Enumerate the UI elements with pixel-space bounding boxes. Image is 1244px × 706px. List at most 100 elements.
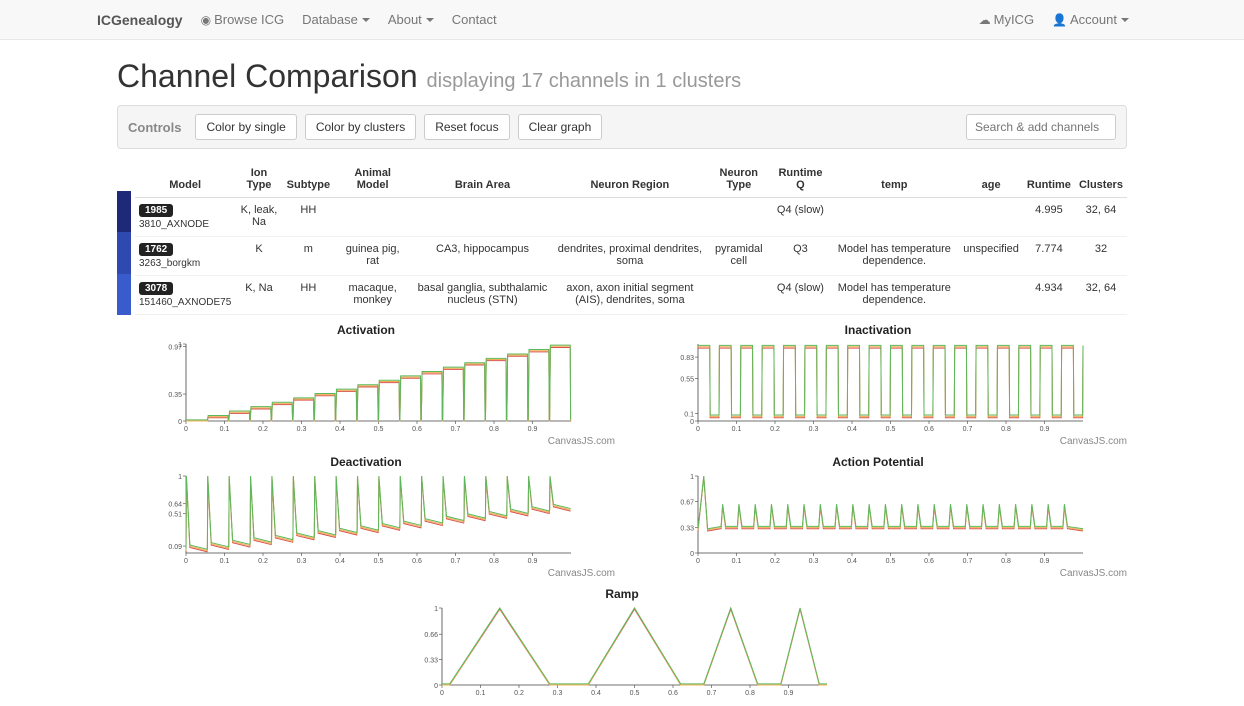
svg-text:0: 0 — [434, 683, 438, 690]
model-name: 151460_AXNODE75 — [139, 297, 231, 308]
svg-text:0.8: 0.8 — [745, 690, 755, 697]
svg-text:0.6: 0.6 — [924, 426, 934, 433]
col-ion-type: Ion Type — [235, 161, 282, 198]
svg-text:0.4: 0.4 — [335, 558, 345, 565]
chart-watermark[interactable]: CanvasJS.com — [629, 568, 1127, 579]
comparison-table: ModelIon TypeSubtypeAnimal ModelBrain Ar… — [135, 161, 1127, 315]
row-color-column — [117, 161, 131, 315]
svg-text:0: 0 — [440, 690, 444, 697]
svg-text:0: 0 — [178, 419, 182, 426]
chart-action-potential[interactable]: Action Potential00.330.67100.10.20.30.40… — [629, 455, 1127, 579]
model-name: 3263_borgkm — [139, 258, 231, 269]
col-runtime-q: Runtime Q — [772, 161, 830, 198]
svg-text:0.3: 0.3 — [809, 426, 819, 433]
nav-browse[interactable]: ◉Browse ICG — [201, 12, 285, 27]
chart-title: Activation — [117, 323, 615, 337]
model-badge[interactable]: 1985 — [139, 204, 173, 217]
chevron-down-icon — [362, 18, 370, 22]
svg-text:0.83: 0.83 — [680, 355, 694, 362]
chart-watermark[interactable]: CanvasJS.com — [629, 436, 1127, 447]
page-title: Channel Comparison displaying 17 channel… — [117, 58, 1127, 95]
chart-title: Action Potential — [629, 455, 1127, 469]
col-runtime: Runtime — [1023, 161, 1075, 198]
row-color-swatch — [117, 274, 131, 315]
model-badge[interactable]: 3078 — [139, 282, 173, 295]
chart-activation[interactable]: Activation00.350.97100.10.20.30.40.50.60… — [117, 323, 615, 447]
controls-panel: Controls Color by single Color by cluste… — [117, 105, 1127, 149]
svg-text:0.09: 0.09 — [168, 544, 182, 551]
chevron-down-icon — [1121, 18, 1129, 22]
svg-text:0.4: 0.4 — [335, 426, 345, 433]
cloud-icon: ☁ — [979, 13, 991, 27]
color-single-button[interactable]: Color by single — [195, 114, 296, 140]
chart-inactivation[interactable]: Inactivation00.10.550.8300.10.20.30.40.5… — [629, 323, 1127, 447]
table-row[interactable]: 3078151460_AXNODE75K, NaHHmacaque, monke… — [135, 276, 1127, 315]
svg-text:1: 1 — [178, 474, 182, 481]
svg-text:0.51: 0.51 — [168, 512, 182, 519]
model-badge[interactable]: 1762 — [139, 243, 173, 256]
color-clusters-button[interactable]: Color by clusters — [305, 114, 416, 140]
table-body: 19853810_AXNODEK, leak, NaHHQ4 (slow)4.9… — [135, 198, 1127, 315]
svg-text:0.1: 0.1 — [220, 558, 230, 565]
nav-database[interactable]: Database — [302, 12, 370, 27]
chart-title: Deactivation — [117, 455, 615, 469]
col-neuron-type: Neuron Type — [706, 161, 772, 198]
svg-text:1: 1 — [434, 606, 438, 613]
chart-ramp[interactable]: Ramp00.330.66100.10.20.30.40.50.60.70.80… — [117, 587, 1127, 699]
reset-focus-button[interactable]: Reset focus — [424, 114, 509, 140]
svg-text:0.7: 0.7 — [451, 426, 461, 433]
page-subtitle: displaying 17 channels in 1 clusters — [427, 70, 742, 92]
svg-text:0.55: 0.55 — [680, 377, 694, 384]
nav-about[interactable]: About — [388, 12, 434, 27]
row-color-swatch — [117, 232, 131, 273]
svg-text:0.64: 0.64 — [168, 502, 182, 509]
svg-text:0: 0 — [184, 426, 188, 433]
search-input[interactable] — [966, 114, 1116, 140]
svg-text:0: 0 — [690, 551, 694, 558]
svg-text:0.1: 0.1 — [684, 411, 694, 418]
svg-text:0.9: 0.9 — [1040, 426, 1050, 433]
chart-watermark[interactable]: CanvasJS.com — [117, 436, 615, 447]
svg-text:0.2: 0.2 — [514, 690, 524, 697]
col-brain-area: Brain Area — [411, 161, 553, 198]
table-header-row: ModelIon TypeSubtypeAnimal ModelBrain Ar… — [135, 161, 1127, 198]
svg-text:0.2: 0.2 — [258, 558, 268, 565]
globe-icon: ◉ — [201, 13, 211, 27]
chart-deactivation[interactable]: Deactivation0.090.510.64100.10.20.30.40.… — [117, 455, 615, 579]
svg-text:0.7: 0.7 — [451, 558, 461, 565]
chart-title: Inactivation — [629, 323, 1127, 337]
col-temp: temp — [829, 161, 959, 198]
svg-text:0.1: 0.1 — [732, 426, 742, 433]
svg-text:0.7: 0.7 — [963, 558, 973, 565]
svg-text:0.3: 0.3 — [809, 558, 819, 565]
chart-watermark[interactable]: CanvasJS.com — [117, 568, 615, 579]
svg-text:0.8: 0.8 — [489, 426, 499, 433]
svg-text:0.9: 0.9 — [528, 558, 538, 565]
svg-text:0.2: 0.2 — [770, 426, 780, 433]
controls-label: Controls — [128, 120, 181, 135]
table-row[interactable]: 19853810_AXNODEK, leak, NaHHQ4 (slow)4.9… — [135, 198, 1127, 237]
svg-text:0.4: 0.4 — [847, 558, 857, 565]
row-color-swatch — [117, 191, 131, 232]
svg-text:0.6: 0.6 — [668, 690, 678, 697]
brand[interactable]: ICGenealogy — [97, 12, 183, 28]
svg-text:0.33: 0.33 — [424, 658, 438, 665]
clear-graph-button[interactable]: Clear graph — [518, 114, 603, 140]
nav-myicg[interactable]: ☁MyICG — [979, 12, 1034, 27]
svg-text:0.35: 0.35 — [168, 392, 182, 399]
nav-contact[interactable]: Contact — [452, 12, 497, 27]
search-box — [966, 114, 1116, 140]
svg-text:0.1: 0.1 — [732, 558, 742, 565]
svg-text:0.6: 0.6 — [412, 426, 422, 433]
col-age: age — [959, 161, 1023, 198]
col-clusters: Clusters — [1075, 161, 1127, 198]
svg-text:0.1: 0.1 — [476, 690, 486, 697]
svg-text:0: 0 — [690, 419, 694, 426]
svg-text:0.9: 0.9 — [528, 426, 538, 433]
svg-text:0.8: 0.8 — [1001, 426, 1011, 433]
table-row[interactable]: 17623263_borgkmKmguinea pig, ratCA3, hip… — [135, 237, 1127, 276]
user-icon: 👤 — [1052, 13, 1067, 27]
nav-account[interactable]: 👤Account — [1052, 12, 1129, 27]
svg-text:0.8: 0.8 — [1001, 558, 1011, 565]
svg-text:0.3: 0.3 — [297, 426, 307, 433]
